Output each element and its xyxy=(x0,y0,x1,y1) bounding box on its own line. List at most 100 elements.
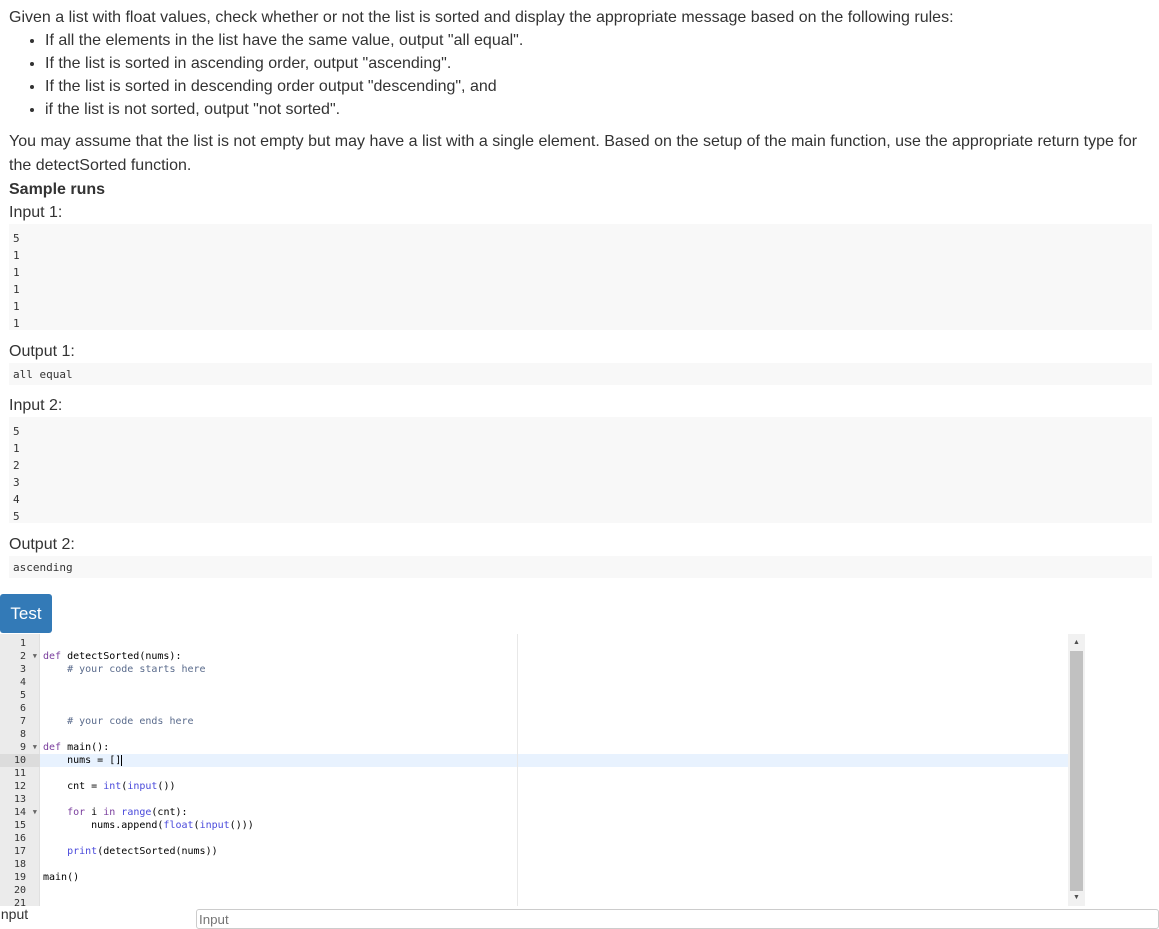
line-number: 16 xyxy=(0,832,40,845)
input-1-line: 1 xyxy=(13,249,20,262)
input-1-label: Input 1: xyxy=(9,204,63,221)
line-number-text: 14 xyxy=(13,807,26,818)
code-line[interactable] xyxy=(43,832,91,845)
line-number: 7 xyxy=(0,715,40,728)
rule-item: if the list is not sorted, output "not s… xyxy=(45,98,1154,121)
line-number: 15 xyxy=(0,819,40,832)
code-line[interactable]: # your code starts here xyxy=(43,663,205,676)
line-number-text: 11 xyxy=(13,768,26,779)
rule-item: If all the elements in the list have the… xyxy=(45,29,1154,52)
problem-statement: Given a list with float values, check wh… xyxy=(9,6,1154,578)
line-number-text: 5 xyxy=(19,690,26,701)
line-number-text: 12 xyxy=(13,781,26,792)
rules-list: If all the elements in the list have the… xyxy=(9,29,1154,121)
output-1-block: all equal xyxy=(9,363,1152,385)
stdin-input[interactable] xyxy=(196,909,1159,929)
input-1-block: 5 1 1 1 1 1 xyxy=(9,224,1152,330)
code-line[interactable]: # your code ends here xyxy=(43,715,218,728)
code-line[interactable]: main() xyxy=(43,871,79,884)
line-number: 4 xyxy=(0,676,40,689)
line-number-text: 6 xyxy=(19,703,26,714)
line-number-text: 18 xyxy=(13,859,26,870)
line-number-text: 8 xyxy=(19,729,26,740)
line-number: 17 xyxy=(0,845,40,858)
line-number: 3 xyxy=(0,663,40,676)
line-number: 21 xyxy=(0,897,40,906)
line-number: 20 xyxy=(0,884,40,897)
print-margin xyxy=(517,634,518,906)
line-number: 9 ▼ xyxy=(0,741,40,754)
output-2-label: Output 2: xyxy=(9,536,75,553)
code-line[interactable]: print(detectSorted(nums)) xyxy=(43,845,218,858)
line-number: 18 xyxy=(0,858,40,871)
line-number: 14 ▼ xyxy=(0,806,40,819)
scroll-up-icon[interactable]: ▲ xyxy=(1068,634,1085,651)
test-button[interactable]: Test xyxy=(0,594,52,633)
fold-arrow-icon[interactable]: ▼ xyxy=(33,650,37,663)
problem-intro: Given a list with float values, check wh… xyxy=(9,9,954,26)
code-line[interactable]: def main(): xyxy=(43,741,109,754)
scroll-down-icon[interactable]: ▼ xyxy=(1068,889,1085,906)
line-number-text: 1 xyxy=(19,638,26,649)
code-line[interactable]: def detectSorted(nums): xyxy=(43,650,181,663)
line-number-text: 17 xyxy=(13,846,26,857)
line-number-text: 19 xyxy=(13,872,26,883)
line-number-text: 7 xyxy=(19,716,26,727)
code-editor[interactable]: 1 2 ▼ 3 4 5 6 7 8 9 ▼ 10 11 12 13 14 ▼ 15 16 17 18 19 20 21 def… xyxy=(0,634,1085,906)
line-number-text: 13 xyxy=(13,794,26,805)
rule-item: If the list is sorted in ascending order… xyxy=(45,52,1154,75)
input-1-line: 5 xyxy=(13,232,20,245)
code-line[interactable]: for i in range(cnt): xyxy=(43,806,187,819)
input-1-line: 1 xyxy=(13,266,20,279)
code-line[interactable] xyxy=(43,767,67,780)
code-text-area[interactable]: def detectSorted(nums): # your code star… xyxy=(40,634,1068,906)
input-2-line: 5 xyxy=(13,425,20,438)
fold-arrow-icon[interactable]: ▼ xyxy=(33,806,37,819)
problem-assumption: You may assume that the list is not empt… xyxy=(9,133,1138,174)
line-number-text: 15 xyxy=(13,820,26,831)
line-number: 10 xyxy=(0,754,40,767)
editor-scrollbar[interactable]: ▲ ▼ xyxy=(1068,634,1085,906)
line-number: 1 xyxy=(0,637,40,650)
input-2-line: 3 xyxy=(13,476,20,489)
line-number: 8 xyxy=(0,728,40,741)
input-1-line: 1 xyxy=(13,317,20,330)
input-2-label: Input 2: xyxy=(9,397,63,414)
text-cursor xyxy=(121,754,123,766)
line-number-text: 10 xyxy=(13,755,26,766)
line-number-text: 20 xyxy=(13,885,26,896)
input-2-line: 5 xyxy=(13,510,20,523)
scrollbar-thumb[interactable] xyxy=(1070,651,1083,891)
line-number-text: 3 xyxy=(19,664,26,675)
line-number-gutter: 1 2 ▼ 3 4 5 6 7 8 9 ▼ 10 11 12 13 14 ▼ 15 16 17 18 19 20 21 xyxy=(0,634,40,906)
input-2-line: 4 xyxy=(13,493,20,506)
code-line[interactable]: cnt = int(input()) xyxy=(43,780,175,793)
output-1-label: Output 1: xyxy=(9,343,75,360)
sample-runs-heading: Sample runs xyxy=(9,181,106,198)
output-2-line: ascending xyxy=(13,561,73,574)
line-number-text: 16 xyxy=(13,833,26,844)
line-number: 12 xyxy=(0,780,40,793)
line-number-text: 2 xyxy=(19,651,26,662)
code-line[interactable]: nums = [] xyxy=(43,754,123,767)
rule-item: If the list is sorted in descending orde… xyxy=(45,75,1154,98)
output-1-line: all equal xyxy=(13,368,73,381)
line-number: 19 xyxy=(0,871,40,884)
line-number: 13 xyxy=(0,793,40,806)
line-number-text: 9 xyxy=(19,742,26,753)
output-2-block: ascending xyxy=(9,556,1152,578)
input-2-line: 2 xyxy=(13,459,20,472)
input-2-line: 1 xyxy=(13,442,20,455)
line-number: 6 xyxy=(0,702,40,715)
code-line[interactable]: nums.append(float(input())) xyxy=(43,819,254,832)
line-number: 11 xyxy=(0,767,40,780)
fold-arrow-icon[interactable]: ▼ xyxy=(33,741,37,754)
input-2-block: 5 1 2 3 4 5 xyxy=(9,417,1152,523)
code-line[interactable] xyxy=(43,793,67,806)
input-1-line: 1 xyxy=(13,300,20,313)
input-1-line: 1 xyxy=(13,283,20,296)
line-number: 5 xyxy=(0,689,40,702)
active-line-highlight xyxy=(40,754,1068,767)
line-number-text: 21 xyxy=(13,898,26,906)
line-number: 2 ▼ xyxy=(0,650,40,663)
